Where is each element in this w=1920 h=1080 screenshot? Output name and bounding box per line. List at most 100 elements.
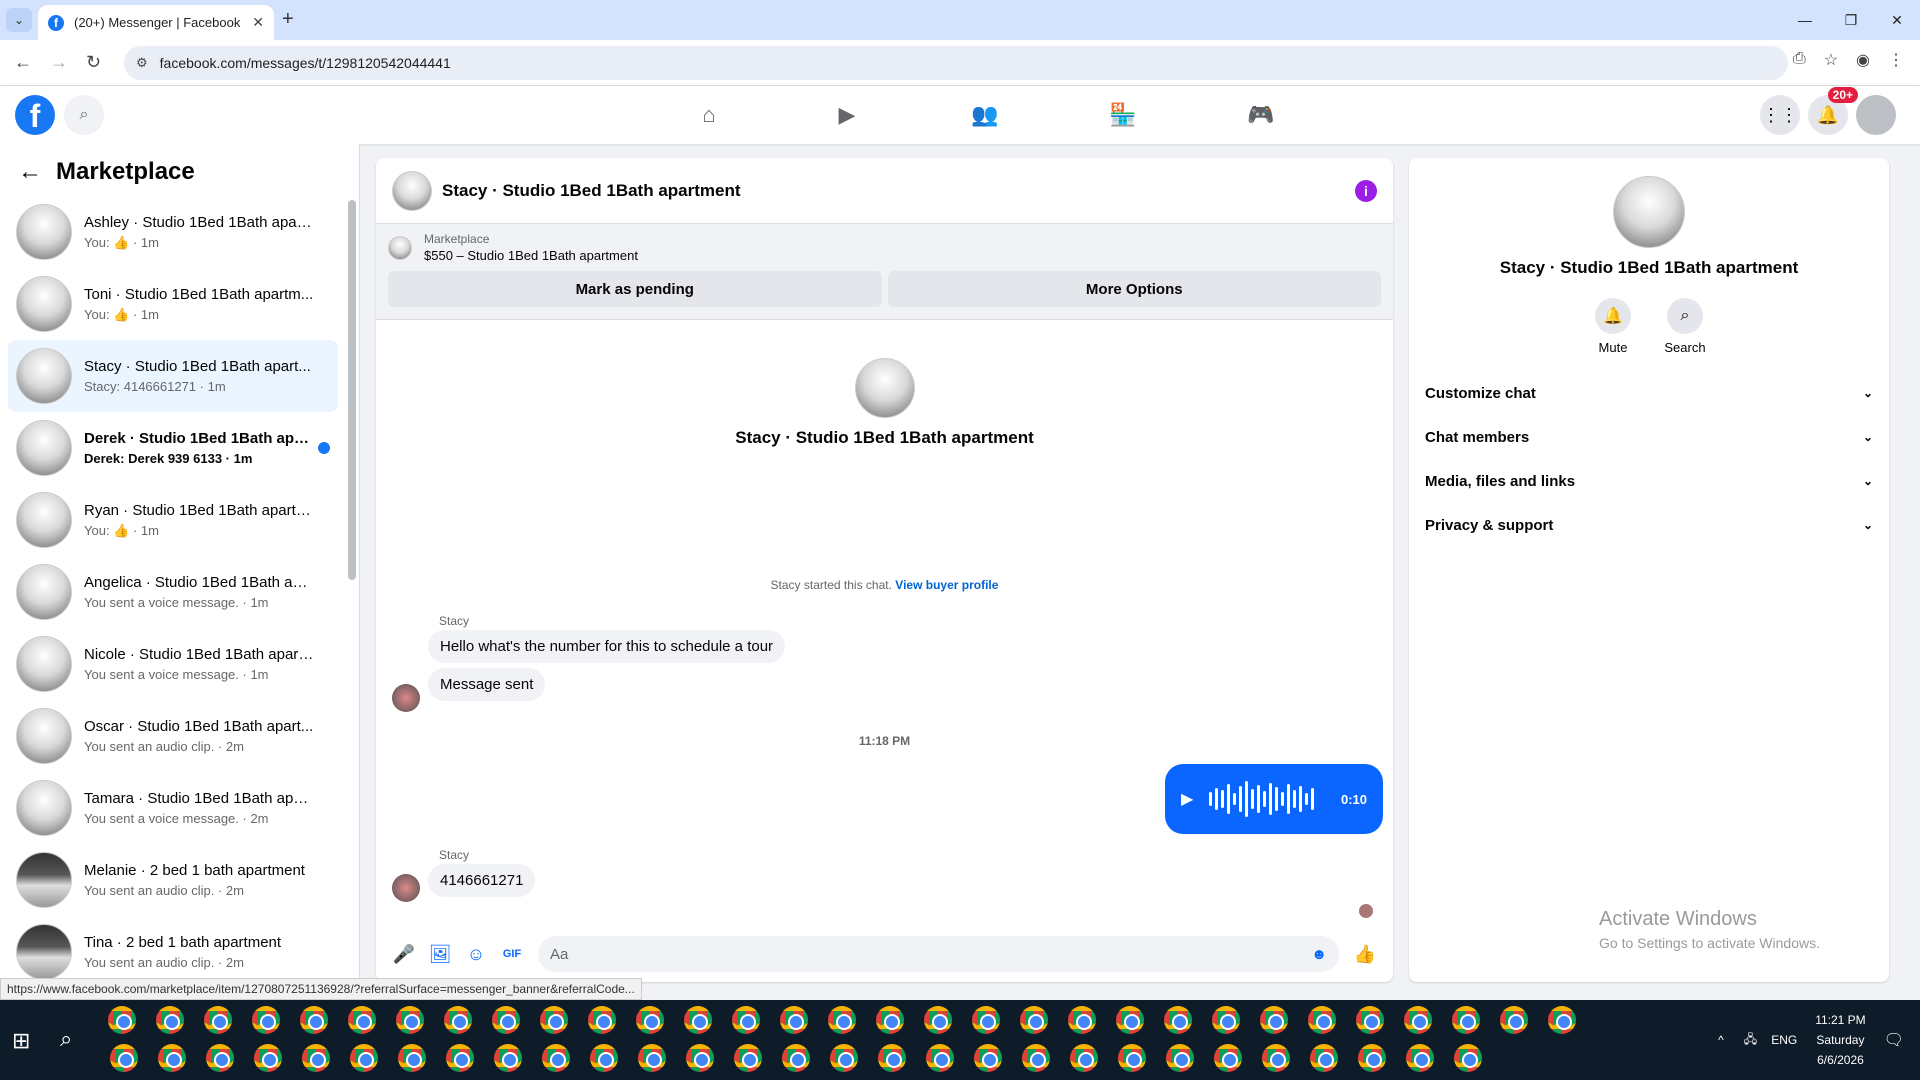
chrome-taskbar-icon[interactable]	[878, 1044, 906, 1072]
chrome-taskbar-icon[interactable]	[876, 1006, 904, 1034]
photo-icon[interactable]: 🖼	[422, 944, 458, 965]
chrome-taskbar-icon[interactable]	[1260, 1006, 1288, 1034]
chrome-taskbar-icon[interactable]	[1454, 1044, 1482, 1072]
search-button[interactable]: ⌕ Search	[1664, 298, 1706, 355]
conversation-item[interactable]: Tamara · Studio 1Bed 1Bath apar... You se…	[8, 772, 338, 844]
chrome-taskbar-icon[interactable]	[1166, 1044, 1194, 1072]
chrome-taskbar-icon[interactable]	[1356, 1006, 1384, 1034]
microphone-icon[interactable]: 🎤	[386, 944, 422, 965]
bookmark-star-icon[interactable]: ☆	[1824, 50, 1838, 70]
conversation-item[interactable]: Derek · Studio 1Bed 1Bath apar... Derek: …	[8, 412, 338, 484]
chrome-taskbar-icon[interactable]	[924, 1006, 952, 1034]
address-bar[interactable]: ⚙ facebook.com/messages/t/12981205420444…	[124, 46, 1788, 80]
chrome-taskbar-icon[interactable]	[540, 1006, 568, 1034]
chrome-taskbar-icon[interactable]	[1452, 1006, 1480, 1034]
chrome-taskbar-icon[interactable]	[780, 1006, 808, 1034]
home-icon[interactable]: ⌂	[640, 86, 778, 144]
customize-chat-row[interactable]: Customize chat ⌄	[1425, 371, 1873, 415]
chrome-taskbar-icon[interactable]	[1212, 1006, 1240, 1034]
media-files-links-row[interactable]: Media, files and links ⌄	[1425, 459, 1873, 503]
conversation-item[interactable]: Ashley · Studio 1Bed 1Bath apart... You: …	[8, 196, 338, 268]
chrome-taskbar-icon[interactable]	[204, 1006, 232, 1034]
chrome-taskbar-icon[interactable]	[1022, 1044, 1050, 1072]
sender-avatar[interactable]	[392, 684, 420, 712]
chrome-taskbar-icon[interactable]	[158, 1044, 186, 1072]
chrome-taskbar-icon[interactable]	[396, 1006, 424, 1034]
browser-tab[interactable]: f (20+) Messenger | Facebook ✕	[38, 5, 274, 40]
chrome-taskbar-icon[interactable]	[638, 1044, 666, 1072]
chrome-taskbar-icon[interactable]	[1358, 1044, 1386, 1072]
chrome-taskbar-icon[interactable]	[446, 1044, 474, 1072]
message-input[interactable]: Aa ☻	[538, 936, 1339, 972]
chrome-taskbar-icon[interactable]	[254, 1044, 282, 1072]
close-window-button[interactable]: ✕	[1874, 0, 1920, 40]
sender-avatar[interactable]	[392, 874, 420, 902]
chrome-taskbar-icon[interactable]	[348, 1006, 376, 1034]
chrome-taskbar-icon[interactable]	[444, 1006, 472, 1034]
chrome-taskbar-icon[interactable]	[782, 1044, 810, 1072]
chrome-taskbar-icon[interactable]	[108, 1006, 136, 1034]
chrome-taskbar-icon[interactable]	[590, 1044, 618, 1072]
emoji-icon[interactable]: ☻	[1311, 946, 1327, 963]
conversation-item[interactable]: Angelica · Studio 1Bed 1Bath apa... You s…	[8, 556, 338, 628]
chrome-taskbar-icon[interactable]	[110, 1044, 138, 1072]
conversation-item[interactable]: Toni · Studio 1Bed 1Bath apartm... You: 👍…	[8, 268, 338, 340]
chrome-taskbar-icon[interactable]	[1310, 1044, 1338, 1072]
browser-menu-icon[interactable]: ⋮	[1888, 50, 1904, 70]
sticker-icon[interactable]: ☺	[458, 944, 494, 965]
chevron-up-icon[interactable]: ^	[1718, 1033, 1724, 1047]
chrome-taskbar-icon[interactable]	[1548, 1006, 1576, 1034]
chrome-taskbar-icon[interactable]	[302, 1044, 330, 1072]
new-tab-button[interactable]: +	[282, 8, 294, 31]
chrome-taskbar-icon[interactable]	[156, 1006, 184, 1034]
notification-center-icon[interactable]: 🗨	[1884, 1030, 1904, 1050]
message-bubble[interactable]: Hello what's the number for this to sche…	[428, 630, 786, 663]
back-arrow-icon[interactable]: ←	[18, 158, 42, 186]
windows-start-icon[interactable]: ⊞	[12, 1028, 30, 1054]
chrome-taskbar-icon[interactable]	[830, 1044, 858, 1072]
chrome-taskbar-icon[interactable]	[1116, 1006, 1144, 1034]
chrome-taskbar-icon[interactable]	[1118, 1044, 1146, 1072]
install-app-icon[interactable]: ⎙	[1793, 50, 1806, 70]
chrome-taskbar-icon[interactable]	[1070, 1044, 1098, 1072]
chrome-taskbar-icon[interactable]	[1262, 1044, 1290, 1072]
reload-icon[interactable]: ↻	[86, 52, 101, 73]
video-icon[interactable]: ▶	[778, 86, 916, 144]
facebook-logo-icon[interactable]: f	[15, 95, 55, 135]
profile-icon[interactable]: ◉	[1856, 50, 1870, 70]
chrome-taskbar-icon[interactable]	[636, 1006, 664, 1034]
conversation-item[interactable]: Oscar · Studio 1Bed 1Bath apart... You se…	[8, 700, 338, 772]
play-icon[interactable]: ▶	[1181, 789, 1193, 809]
info-icon[interactable]: i	[1355, 179, 1377, 202]
friends-icon[interactable]: 👥	[916, 86, 1054, 144]
conversation-item[interactable]: Nicole · Studio 1Bed 1Bath apart... You s…	[8, 628, 338, 700]
like-icon[interactable]: 👍	[1347, 944, 1383, 965]
search-icon[interactable]: ⌕	[64, 95, 104, 135]
chrome-taskbar-icon[interactable]	[926, 1044, 954, 1072]
chrome-taskbar-icon[interactable]	[686, 1044, 714, 1072]
chrome-taskbar-icon[interactable]	[588, 1006, 616, 1034]
conversation-item[interactable]: Ryan · Studio 1Bed 1Bath apartm... You: 👍…	[8, 484, 338, 556]
voice-message[interactable]: ▶ 0:10	[1165, 764, 1383, 834]
forward-arrow-icon[interactable]: →	[50, 52, 68, 73]
chrome-taskbar-icon[interactable]	[492, 1006, 520, 1034]
close-tab-icon[interactable]: ✕	[252, 14, 264, 31]
mute-button[interactable]: 🔔 Mute	[1595, 298, 1631, 355]
chrome-taskbar-icon[interactable]	[734, 1044, 762, 1072]
chrome-taskbar-icon[interactable]	[1164, 1006, 1192, 1034]
chrome-taskbar-icon[interactable]	[1308, 1006, 1336, 1034]
tab-search-dropdown[interactable]: ⌄	[6, 8, 32, 32]
message-bubble[interactable]: Message sent	[428, 668, 546, 701]
chrome-taskbar-icon[interactable]	[494, 1044, 522, 1072]
account-avatar[interactable]	[1856, 95, 1896, 135]
system-clock[interactable]: 11:21 PM Saturday 6/6/2026	[1815, 1010, 1865, 1070]
chrome-taskbar-icon[interactable]	[974, 1044, 1002, 1072]
menu-grid-icon[interactable]: ⋮⋮	[1760, 95, 1800, 135]
chrome-taskbar-icon[interactable]	[252, 1006, 280, 1034]
chrome-taskbar-icon[interactable]	[1020, 1006, 1048, 1034]
minimize-button[interactable]: —	[1782, 0, 1828, 40]
chrome-taskbar-icon[interactable]	[684, 1006, 712, 1034]
chrome-taskbar-icon[interactable]	[1068, 1006, 1096, 1034]
chrome-taskbar-icon[interactable]	[206, 1044, 234, 1072]
gif-icon[interactable]: GIF	[494, 948, 530, 960]
